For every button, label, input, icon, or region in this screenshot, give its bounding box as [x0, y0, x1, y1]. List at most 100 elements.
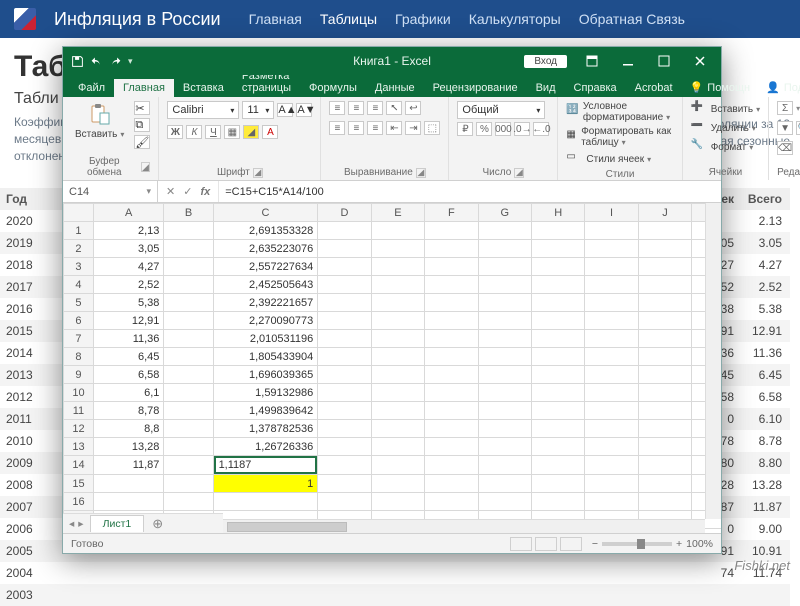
cell-D11[interactable]	[318, 402, 371, 420]
cell-I15[interactable]	[585, 475, 638, 493]
col-header-A[interactable]: A	[93, 204, 164, 222]
thousands-icon[interactable]: 000	[495, 122, 511, 136]
cell-B9[interactable]	[164, 366, 213, 384]
cell-F6[interactable]	[425, 312, 478, 330]
cell-D5[interactable]	[318, 294, 371, 312]
cell-G3[interactable]	[478, 258, 531, 276]
row-header[interactable]: 13	[64, 438, 94, 456]
cell-I11[interactable]	[585, 402, 638, 420]
cell-D7[interactable]	[318, 330, 371, 348]
accept-formula-icon[interactable]: ✓	[183, 185, 192, 198]
cell-I5[interactable]	[585, 294, 638, 312]
cell-D1[interactable]	[318, 222, 371, 240]
cell-H9[interactable]	[531, 366, 584, 384]
cell-J1[interactable]	[638, 222, 691, 240]
cell-G7[interactable]	[478, 330, 531, 348]
cell-F5[interactable]	[425, 294, 478, 312]
cell-C11[interactable]: 1,499839642	[213, 402, 318, 420]
cell-G12[interactable]	[478, 420, 531, 438]
cell-B6[interactable]	[164, 312, 213, 330]
maximize-icon[interactable]	[647, 50, 681, 72]
cell-styles-button[interactable]: ▭Стили ячеек	[566, 151, 651, 167]
row-header[interactable]: 5	[64, 294, 94, 312]
ribbon-options-icon[interactable]	[575, 50, 609, 72]
cell-A7[interactable]: 11,36	[93, 330, 164, 348]
vertical-scrollbar[interactable]	[705, 203, 721, 519]
cell-J13[interactable]	[638, 438, 691, 456]
cell-A1[interactable]: 2,13	[93, 222, 164, 240]
cell-J12[interactable]	[638, 420, 691, 438]
increase-font-icon[interactable]: A▲	[277, 103, 293, 117]
cell-D8[interactable]	[318, 348, 371, 366]
cell-A2[interactable]: 3,05	[93, 240, 164, 258]
row-header[interactable]: 12	[64, 420, 94, 438]
cell-F9[interactable]	[425, 366, 478, 384]
save-icon[interactable]	[71, 55, 84, 68]
sheet-nav-next-icon[interactable]: ▸	[78, 518, 83, 530]
tab-formulas[interactable]: Формулы	[300, 79, 366, 97]
font-color-icon[interactable]: A	[262, 125, 278, 139]
tab-acrobat[interactable]: Acrobat	[626, 79, 682, 97]
cell-F2[interactable]	[425, 240, 478, 258]
cell-H3[interactable]	[531, 258, 584, 276]
cell-H6[interactable]	[531, 312, 584, 330]
cell-J6[interactable]	[638, 312, 691, 330]
font-launcher-icon[interactable]: ◢	[253, 168, 263, 178]
cell-J5[interactable]	[638, 294, 691, 312]
autosum-icon[interactable]: Σ	[777, 101, 793, 115]
cell-A12[interactable]: 8,8	[93, 420, 164, 438]
add-sheet-icon[interactable]: ⊕	[144, 516, 171, 532]
undo-icon[interactable]	[90, 55, 103, 68]
cell-E8[interactable]	[371, 348, 424, 366]
cell-D9[interactable]	[318, 366, 371, 384]
sheet-nav-prev-icon[interactable]: ◂	[69, 518, 74, 530]
login-button[interactable]: Вход	[524, 55, 567, 68]
tab-home[interactable]: Главная	[114, 79, 174, 97]
cell-B5[interactable]	[164, 294, 213, 312]
cell-A3[interactable]: 4,27	[93, 258, 164, 276]
align-launcher-icon[interactable]: ◢	[416, 168, 426, 178]
align-middle-icon[interactable]: ≡	[348, 101, 364, 115]
cell-F15[interactable]	[425, 475, 478, 493]
cell-B13[interactable]	[164, 438, 213, 456]
row-header[interactable]: 10	[64, 384, 94, 402]
cell-J8[interactable]	[638, 348, 691, 366]
cell-H11[interactable]	[531, 402, 584, 420]
row-header[interactable]: 15	[64, 475, 94, 493]
cell-C12[interactable]: 1,378782536	[213, 420, 318, 438]
fill-icon[interactable]: ▼	[777, 121, 793, 135]
cell-B16[interactable]	[164, 493, 213, 511]
cell-G5[interactable]	[478, 294, 531, 312]
cell-E3[interactable]	[371, 258, 424, 276]
cell-B2[interactable]	[164, 240, 213, 258]
cell-B8[interactable]	[164, 348, 213, 366]
font-size-select[interactable]: 11▾	[242, 101, 274, 119]
cell-G16[interactable]	[478, 493, 531, 511]
copy-icon[interactable]: ⧉	[134, 118, 150, 132]
align-top-icon[interactable]: ≡	[329, 101, 345, 115]
cell-J2[interactable]	[638, 240, 691, 258]
tab-view[interactable]: Вид	[527, 79, 565, 97]
nav-home[interactable]: Главная	[249, 11, 302, 27]
row-header[interactable]: 1	[64, 222, 94, 240]
cell-C1[interactable]: 2,691353328	[213, 222, 318, 240]
cell-E6[interactable]	[371, 312, 424, 330]
indent-decrease-icon[interactable]: ⇤	[386, 121, 402, 135]
cell-B1[interactable]	[164, 222, 213, 240]
cell-G13[interactable]	[478, 438, 531, 456]
cell-F1[interactable]	[425, 222, 478, 240]
row-header[interactable]: 16	[64, 493, 94, 511]
row-header[interactable]: 4	[64, 276, 94, 294]
borders-icon[interactable]: ▦	[224, 125, 240, 139]
cancel-formula-icon[interactable]: ✕	[166, 185, 175, 198]
cell-G8[interactable]	[478, 348, 531, 366]
tab-insert[interactable]: Вставка	[174, 79, 233, 97]
cell-H10[interactable]	[531, 384, 584, 402]
col-header-I[interactable]: I	[585, 204, 638, 222]
cell-H16[interactable]	[531, 493, 584, 511]
cell-C7[interactable]: 2,010531196	[213, 330, 318, 348]
cell-C6[interactable]: 2,270090773	[213, 312, 318, 330]
cell-E1[interactable]	[371, 222, 424, 240]
nav-contact[interactable]: Обратная Связь	[579, 11, 685, 27]
cell-F3[interactable]	[425, 258, 478, 276]
